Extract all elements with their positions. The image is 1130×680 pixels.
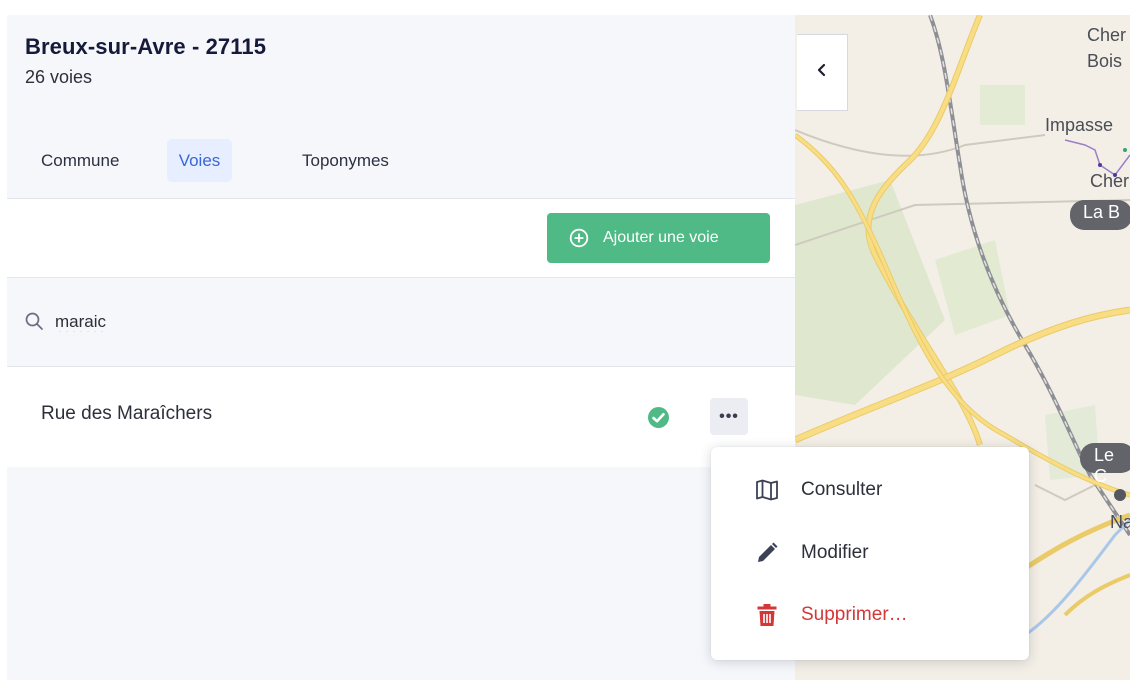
map-road <box>1034 484 1096 502</box>
map-field <box>980 85 1025 125</box>
pencil-icon <box>755 541 779 565</box>
map-label-la-b: La B <box>1083 202 1121 222</box>
add-voie-button[interactable]: Ajouter une voie <box>547 213 770 263</box>
plus-circle-icon <box>569 228 589 248</box>
map-label-cher: Cher <box>1087 25 1127 45</box>
map-road-secondary <box>1063 573 1130 617</box>
voie-row[interactable]: Rue des Maraîchers ••• <box>7 367 782 467</box>
check-circle-icon <box>647 406 670 429</box>
map-label-bois: Bois <box>1087 51 1123 71</box>
collapse-panel-button[interactable] <box>797 34 848 111</box>
trash-icon <box>755 603 779 627</box>
row-actions-menu: Consulter Modifier Supprimer… <box>711 447 1029 660</box>
tab-commune[interactable]: Commune <box>25 139 135 182</box>
tab-voies[interactable]: Voies <box>167 139 232 182</box>
menu-item-supprimer[interactable]: Supprimer… <box>711 584 1029 644</box>
map-point <box>1098 163 1102 167</box>
add-voie-label: Ajouter une voie <box>603 229 719 246</box>
search-input[interactable] <box>53 306 657 338</box>
map-point <box>1114 489 1126 501</box>
list-empty-area <box>7 467 795 680</box>
menu-item-label: Modifier <box>801 542 869 563</box>
voie-name: Rue des Maraîchers <box>41 403 213 424</box>
map-label-cher-2: Cher <box>1090 171 1130 191</box>
page-title: Breux-sur-Avre - 27115 <box>25 34 267 59</box>
more-actions-button[interactable]: ••• <box>710 398 748 435</box>
toolbar: Ajouter une voie <box>7 199 795 278</box>
tab-toponymes[interactable]: Toponymes <box>286 139 405 182</box>
map-label-le-c: Le C <box>1094 445 1115 486</box>
menu-item-consulter[interactable]: Consulter <box>711 459 1029 519</box>
voies-panel: Breux-sur-Avre - 27115 26 voies Commune … <box>7 15 795 680</box>
panel-header: Breux-sur-Avre - 27115 26 voies Commune … <box>7 15 795 199</box>
menu-item-label: Consulter <box>801 479 883 500</box>
map-label-na: Na <box>1110 512 1130 532</box>
map-icon <box>755 478 779 502</box>
map-field <box>935 240 1010 335</box>
search-bar <box>7 278 795 367</box>
voies-count: 26 voies <box>25 67 93 87</box>
chevron-left-icon <box>815 62 829 83</box>
map-point <box>1123 148 1127 152</box>
map-voie-path <box>1064 139 1130 177</box>
menu-item-modifier[interactable]: Modifier <box>711 522 1029 582</box>
search-icon <box>24 311 44 331</box>
map-label-impasse: Impasse <box>1045 115 1114 135</box>
menu-item-label: Supprimer… <box>801 604 908 625</box>
